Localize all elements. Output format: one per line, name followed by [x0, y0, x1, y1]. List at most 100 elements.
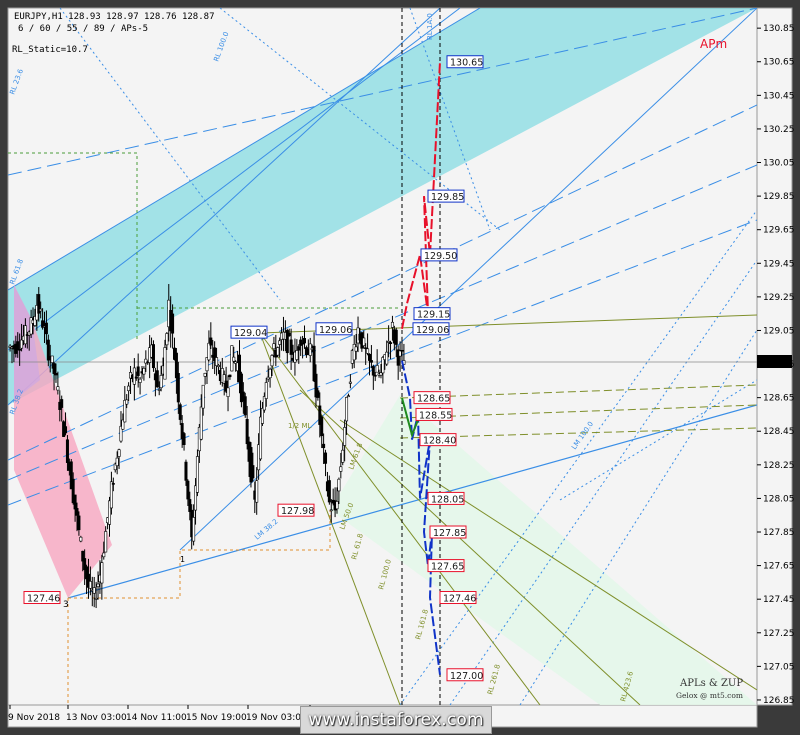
static-header: RL_Static=10.7 [12, 45, 88, 55]
candle-body [335, 501, 339, 510]
candle-body [245, 419, 249, 445]
y-tick-label: 126.85 [763, 696, 795, 706]
candle-body [111, 483, 115, 485]
y-tick-label: 130.85 [763, 24, 795, 34]
candle-body [348, 381, 352, 384]
level-label: 129.15 [417, 310, 450, 321]
candle-body [73, 494, 77, 510]
candle-body [337, 478, 341, 492]
candle-body [322, 443, 326, 449]
y-tick-label: 129.65 [763, 226, 795, 236]
candle-body [215, 357, 219, 366]
level-label: 127.00 [450, 671, 483, 682]
y-tick-label: 130.65 [763, 58, 795, 68]
x-tick-label: 14 Nov 11:00 [126, 713, 187, 723]
price-chart[interactable]: RL 23.6RL 61.8RL 38.2LM 100.0LM 38.2RL 6… [0, 0, 800, 735]
candle-body [142, 368, 146, 375]
y-tick-label: 127.05 [763, 662, 795, 672]
candle-body [276, 347, 280, 356]
candle-body [289, 339, 293, 355]
candle-body [134, 376, 138, 379]
candle-body [18, 349, 22, 351]
candle-body [155, 370, 159, 388]
level-label: 127.65 [431, 562, 464, 573]
candle-body [176, 373, 180, 403]
apm-label: APm [700, 37, 727, 51]
candle-body [228, 374, 232, 378]
candle-body [367, 353, 371, 361]
candle-body [346, 395, 350, 398]
watermark-text: www.instaforex.com [308, 710, 484, 730]
candle-body [77, 515, 81, 531]
y-tick-label: 128.45 [763, 427, 795, 437]
candle-body [251, 465, 255, 479]
candle-body [272, 343, 276, 350]
candle-body [125, 399, 129, 405]
candle-body [178, 404, 182, 420]
y-tick-label: 127.65 [763, 562, 795, 572]
candle-body [390, 321, 394, 328]
level-label: 129.06 [319, 325, 352, 336]
candle-body [79, 536, 83, 542]
candle-body [373, 374, 377, 377]
candle-body [104, 531, 108, 553]
pivot-label-3: 3 [63, 600, 69, 610]
candle-body [354, 346, 358, 352]
level-label: 129.06 [416, 325, 449, 336]
candle-body [343, 427, 347, 446]
candle-body [54, 373, 58, 376]
candle-body [207, 342, 211, 361]
candle-body [92, 587, 96, 594]
candle-body [278, 340, 282, 345]
x-tick-label: 13 Nov 03:00 [66, 713, 127, 723]
candle-body [199, 406, 203, 440]
candle-body [264, 382, 268, 399]
candle-body [316, 390, 320, 398]
candle-body [132, 367, 136, 385]
level-label: 127.46 [443, 594, 476, 605]
candle-body [109, 481, 113, 509]
level-label: 127.46 [27, 594, 60, 605]
candle-body [232, 356, 236, 362]
candle-body [39, 308, 43, 312]
y-tick-label: 127.25 [763, 629, 795, 639]
candle-body [268, 368, 272, 379]
candle-body [171, 313, 175, 334]
candle-body [389, 342, 393, 344]
candle-body [327, 480, 331, 503]
level-label: 127.85 [433, 528, 466, 539]
y-tick-label: 128.25 [763, 461, 795, 471]
candle-body [209, 337, 213, 346]
candle-body [366, 348, 370, 354]
y-tick-label: 129.25 [763, 293, 795, 303]
candle-body [188, 499, 192, 512]
params-header: 6 / 60 / 55 / 89 / APs-5 [18, 24, 148, 34]
candle-body [16, 341, 20, 350]
chart-frame: RL 23.6 RL 61.8 RL 38.2 LM 100.0 LM 38.2 RL 6… [0, 0, 800, 735]
candle-body [226, 387, 230, 397]
candle-body [94, 597, 98, 600]
candle-body [216, 365, 220, 367]
level-label: 128.05 [431, 494, 464, 505]
candle-body [320, 416, 324, 437]
candle-body [369, 360, 373, 363]
candle-body [299, 339, 303, 346]
candle-body [201, 384, 205, 409]
candle-body [394, 329, 398, 345]
candle-body [117, 449, 121, 457]
level-label: 130.65 [450, 58, 483, 69]
fib-label: RL 1A.0 [426, 13, 434, 40]
candle-body [102, 552, 106, 558]
fib-label: 1/2 ML [288, 422, 312, 430]
signature-line2: Gelox @ mt5.com [676, 691, 743, 700]
x-tick-label: 9 Nov 2018 [8, 713, 60, 723]
current-price-text: 128.87 [761, 358, 793, 368]
y-tick-label: 129.85 [763, 192, 795, 202]
candle-body [192, 517, 196, 542]
candle-body [186, 480, 190, 500]
watermark-bar[interactable]: www.instaforex.com [300, 706, 492, 734]
candle-body [64, 426, 68, 434]
candle-body [115, 457, 119, 466]
candle-body [65, 439, 69, 463]
candle-body [138, 378, 142, 383]
